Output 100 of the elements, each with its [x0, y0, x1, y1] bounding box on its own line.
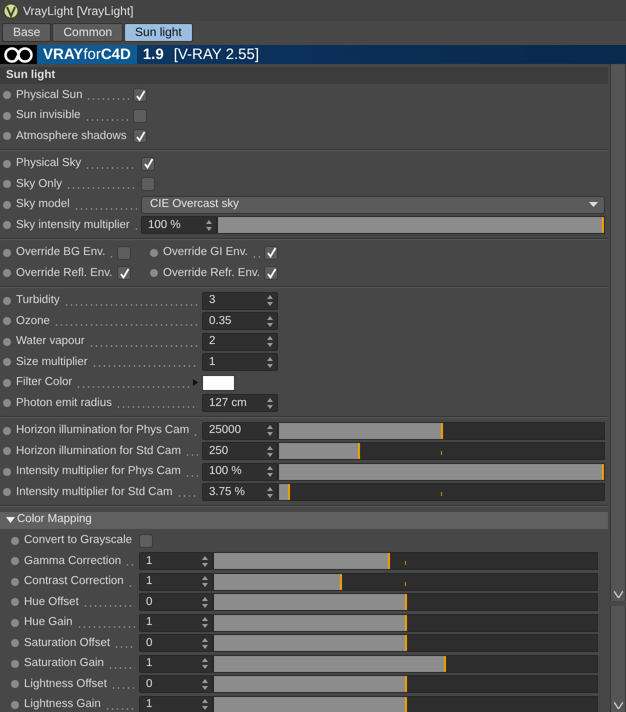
field-label: Physical Sky	[16, 156, 82, 172]
field-label: Atmosphere shadows	[16, 128, 127, 144]
field-label: Size multiplier	[16, 354, 88, 370]
field-label: Ozone	[16, 314, 50, 329]
product-name: VRAYforC4D	[37, 45, 137, 64]
field-label: Hue Offset	[24, 594, 79, 610]
field-label: Override Refl. Env.	[16, 266, 112, 281]
checkbox[interactable]	[264, 246, 278, 260]
field-label: Gamma Correction	[24, 554, 122, 569]
scrollbar[interactable]	[610, 64, 626, 601]
checkbox[interactable]	[264, 266, 278, 280]
bullet-icon	[3, 378, 11, 387]
field-label: Photon emit radius	[16, 396, 112, 411]
spinner-icon	[267, 398, 273, 409]
spinner-icon	[267, 425, 273, 436]
logo-icon	[2, 2, 20, 20]
caret-icon	[589, 202, 598, 208]
spinner-icon	[202, 617, 208, 628]
number-field[interactable]: 127 cm	[202, 394, 278, 412]
checkbox[interactable]	[133, 88, 147, 102]
field-label: Sky Only	[16, 176, 62, 192]
bullet-icon	[11, 639, 19, 648]
number-field[interactable]: 1	[139, 614, 213, 632]
tab[interactable]: Common	[52, 23, 124, 42]
spinner-icon	[267, 336, 273, 348]
checkbox[interactable]	[139, 534, 153, 548]
bullet-icon	[11, 680, 19, 688]
spinner-icon	[267, 316, 273, 327]
number-field[interactable]: 25000	[202, 422, 278, 440]
bullet-icon	[3, 200, 11, 209]
number-field[interactable]: 1	[139, 696, 213, 712]
scrollbar[interactable]	[610, 606, 626, 712]
spinner-icon	[202, 699, 208, 710]
field-label: Turbidity	[16, 293, 60, 308]
spinner-icon	[202, 638, 208, 649]
bullet-icon	[3, 426, 11, 435]
bullet-icon	[11, 557, 19, 566]
dropdown[interactable]: CIE Overcast sky	[141, 196, 605, 214]
version-text: 1.9	[142, 45, 164, 64]
tab[interactable]: Sun light	[124, 23, 193, 42]
field-label: Override Refr. Env.	[163, 266, 260, 281]
number-field[interactable]: 3.75 %	[202, 483, 278, 502]
bullet-icon	[3, 317, 11, 326]
group-header[interactable]: Color Mapping	[0, 512, 608, 528]
number-field[interactable]: 1	[202, 353, 278, 372]
bullet-icon	[11, 578, 19, 586]
bullet-icon	[3, 269, 11, 278]
field-label: Hue Gain	[24, 615, 73, 630]
spinner-icon	[202, 556, 208, 567]
number-field[interactable]: 1	[139, 552, 213, 570]
checkbox[interactable]	[141, 156, 155, 171]
number-field[interactable]: 2	[202, 332, 278, 351]
number-field[interactable]: 3	[202, 292, 278, 310]
expand-arrow-icon	[193, 379, 198, 386]
section-header: Sun light	[0, 67, 608, 84]
spinner-icon	[202, 596, 208, 608]
bullet-icon	[3, 221, 11, 230]
c4d-logo-icon	[3, 46, 34, 62]
spinner-icon	[206, 220, 212, 231]
bullet-icon	[11, 598, 19, 606]
bullet-icon	[150, 248, 158, 257]
number-field[interactable]: 250	[202, 442, 278, 460]
window-title: VrayLight [VrayLight]	[23, 2, 134, 20]
number-field[interactable]: 0.35	[202, 312, 278, 330]
number-field[interactable]: 0	[139, 593, 213, 612]
number-field[interactable]: 1	[139, 654, 213, 673]
spinner-icon	[267, 295, 273, 306]
engine-version: [V-RAY 2.55]	[174, 45, 260, 64]
checkbox[interactable]	[133, 129, 147, 144]
field-label: Lightness Offset	[24, 676, 107, 692]
field-label: Override BG Env.	[16, 245, 106, 260]
bullet-icon	[3, 180, 11, 188]
checkbox[interactable]	[117, 246, 131, 260]
field-label: Water vapour	[16, 334, 85, 350]
checkbox[interactable]	[141, 177, 155, 192]
field-label: Intensity multiplier for Std Cam	[16, 484, 173, 500]
checkbox[interactable]	[117, 266, 131, 280]
number-field[interactable]: 100 %	[202, 462, 278, 481]
bullet-icon	[150, 269, 158, 278]
field-label: Lightness Gain	[24, 697, 101, 712]
tab[interactable]: Base	[2, 23, 52, 42]
field-label: Override GI Env.	[163, 245, 248, 260]
color-swatch[interactable]	[202, 374, 235, 391]
number-field[interactable]: 1	[139, 572, 213, 591]
bullet-icon	[11, 618, 19, 627]
bullet-icon	[3, 468, 11, 476]
field-label: Filter Color	[16, 375, 72, 390]
spinner-icon	[267, 486, 273, 498]
number-field[interactable]: 0	[139, 675, 213, 694]
field-label: Horizon illumination for Phys Cam	[16, 423, 190, 438]
field-label: Sky model	[16, 197, 70, 212]
caret-icon	[6, 517, 15, 523]
field-label: Physical Sun	[16, 88, 82, 103]
bullet-icon	[3, 248, 11, 257]
number-field[interactable]: 100 %	[141, 216, 217, 234]
field-label: Horizon illumination for Std Cam	[16, 444, 181, 459]
bullet-icon	[3, 399, 11, 408]
checkbox[interactable]	[133, 108, 147, 123]
number-field[interactable]: 0	[139, 634, 213, 652]
bullet-icon	[3, 91, 11, 100]
